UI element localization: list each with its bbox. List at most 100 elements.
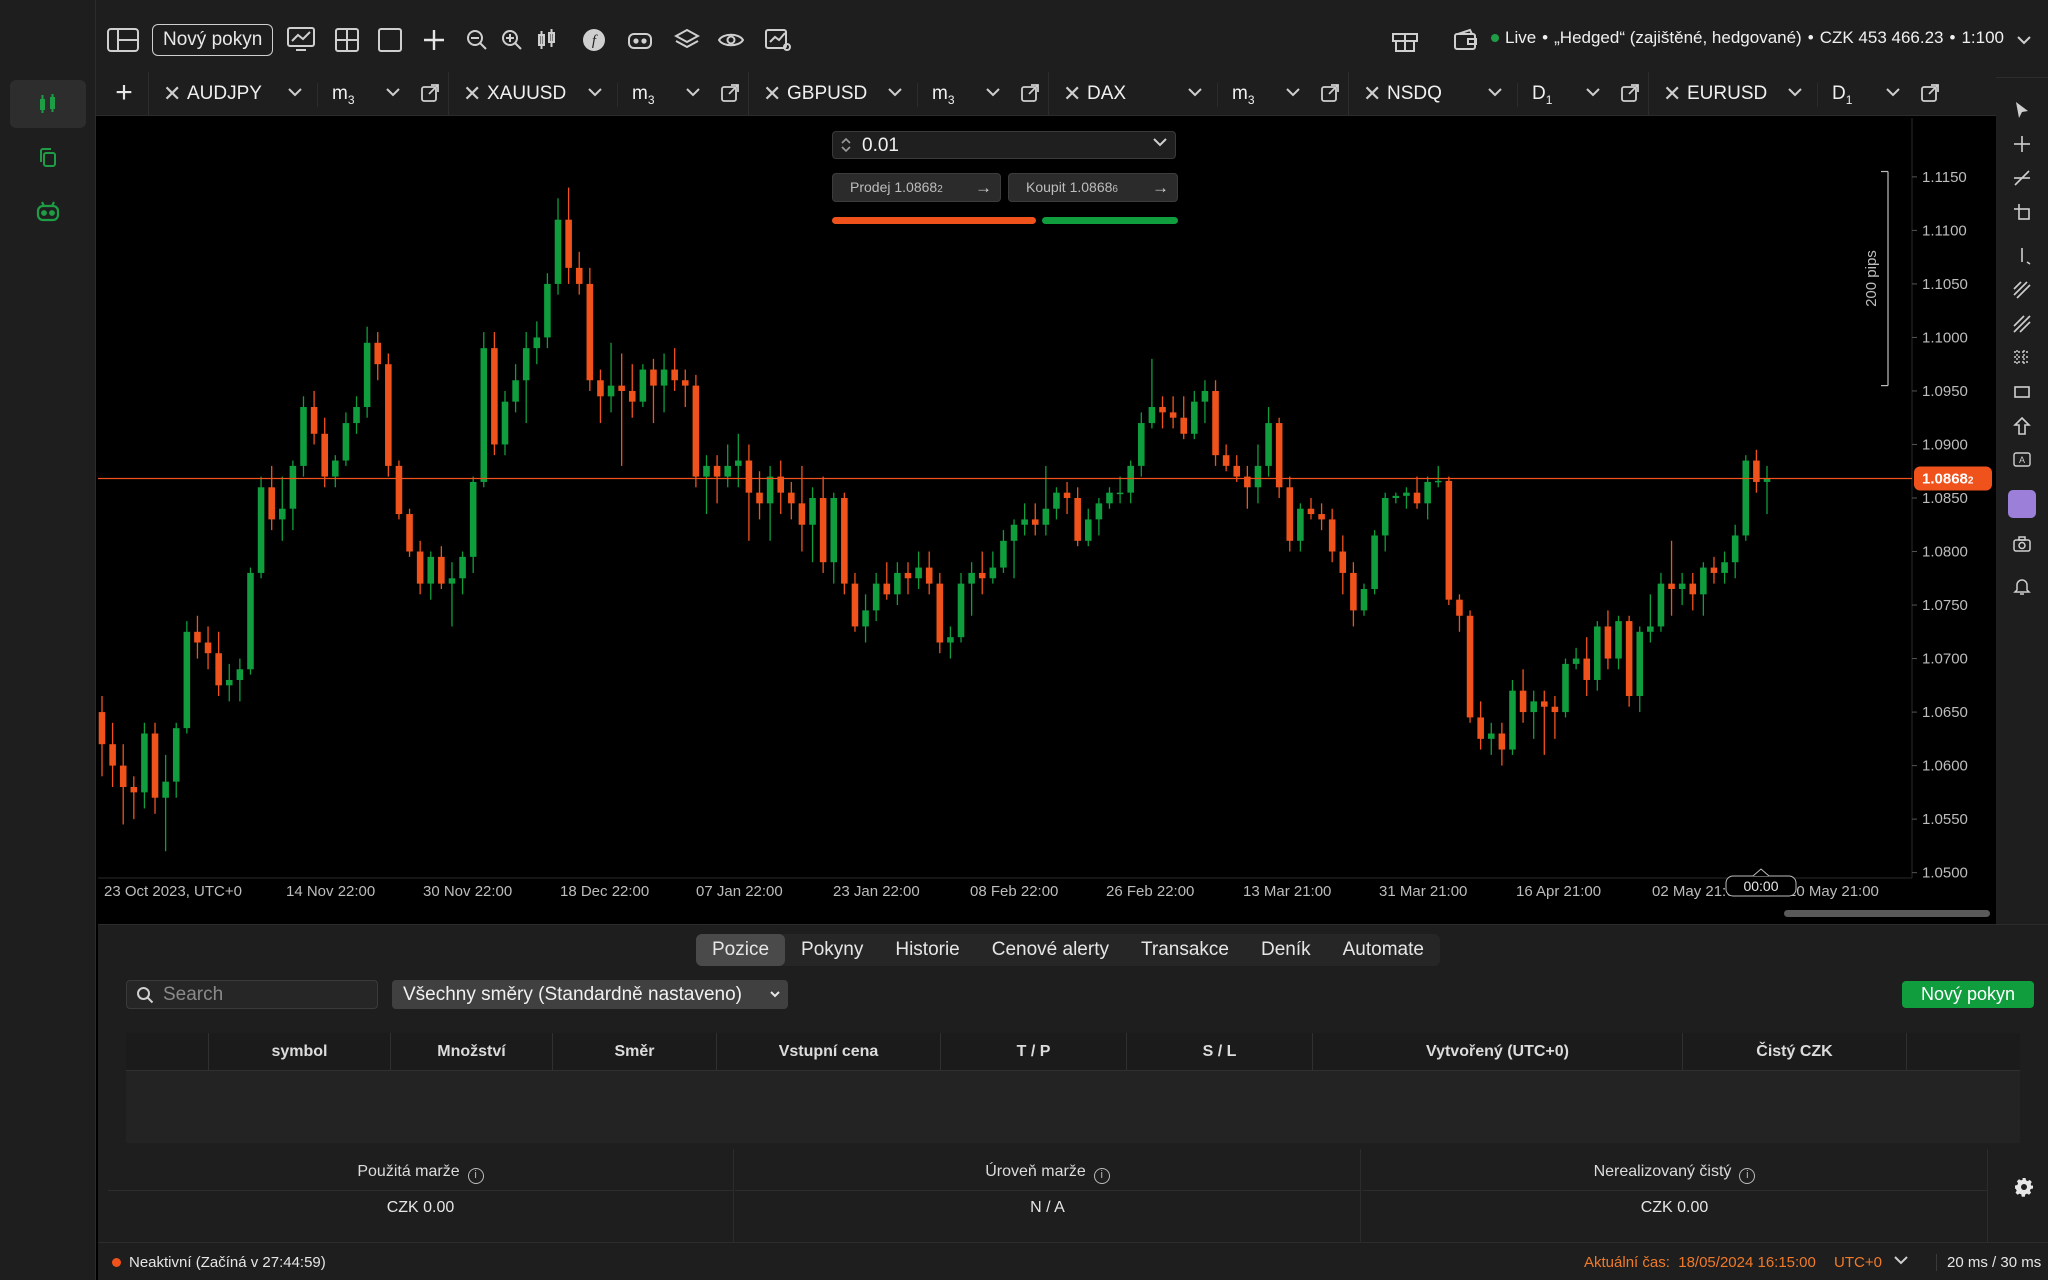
tab-timeframe[interactable]: m3 xyxy=(617,83,655,107)
tab-timeframe[interactable]: m3 xyxy=(317,83,355,107)
automate-icon[interactable] xyxy=(10,188,86,236)
account-dropdown-chevron-icon[interactable] xyxy=(2014,24,2034,56)
rectangle-icon[interactable] xyxy=(2010,380,2034,404)
chevron-down-icon[interactable] xyxy=(985,84,1001,100)
crosshair-add-icon[interactable] xyxy=(421,24,447,56)
column-header[interactable]: T / P xyxy=(940,1033,1126,1071)
chart-settings-icon[interactable] xyxy=(764,24,794,56)
chart-icon[interactable] xyxy=(286,24,318,56)
chevron-down-icon[interactable] xyxy=(1285,84,1301,100)
chart-tab[interactable]: ✕ AUDJPY m3 xyxy=(148,72,448,116)
info-icon[interactable]: i xyxy=(467,1168,484,1184)
close-icon[interactable]: ✕ xyxy=(463,81,481,107)
gift-icon[interactable] xyxy=(1390,24,1420,56)
gear-icon[interactable] xyxy=(2014,1177,2034,1197)
column-header[interactable]: Množství xyxy=(390,1033,552,1071)
chevron-down-icon[interactable] xyxy=(1787,84,1803,100)
popout-icon[interactable] xyxy=(721,84,739,102)
chevron-down-icon[interactable] xyxy=(287,84,303,100)
chevron-down-icon[interactable] xyxy=(1487,84,1503,100)
eye-icon[interactable] xyxy=(717,24,745,56)
tab-5[interactable]: Deník xyxy=(1245,934,1327,966)
search-box[interactable] xyxy=(126,980,378,1009)
popout-icon[interactable] xyxy=(1921,84,1939,102)
trend-line-icon[interactable] xyxy=(2010,166,2034,190)
chevron-down-icon[interactable] xyxy=(1894,1256,1908,1265)
column-header[interactable]: Čistý CZK xyxy=(1682,1033,1906,1071)
zoom-out-icon[interactable] xyxy=(465,24,489,56)
chart-area[interactable]: 1.1150 1.1100 1.1050 1.1000 1.0950 1.0900 1.08… xyxy=(98,118,1994,924)
chevron-down-icon[interactable] xyxy=(385,84,401,100)
horizontal-scrollbar[interactable] xyxy=(1784,910,1990,917)
horizontal-line-icon[interactable] xyxy=(2010,200,2034,224)
bot-icon[interactable] xyxy=(626,24,654,56)
new-order-button-bottom[interactable]: Nový pokyn xyxy=(1902,981,2034,1008)
chevron-down-icon[interactable] xyxy=(887,84,903,100)
wallet-icon[interactable] xyxy=(1452,24,1480,56)
trading-icon[interactable] xyxy=(10,80,86,128)
tab-4[interactable]: Transakce xyxy=(1125,934,1245,966)
pitchfork-icon[interactable] xyxy=(2010,312,2034,336)
layout-grid-icon[interactable] xyxy=(334,24,360,56)
chevron-down-icon[interactable] xyxy=(587,84,603,100)
search-input[interactable] xyxy=(163,981,373,1008)
cursor-icon[interactable] xyxy=(2010,98,2034,122)
buy-button[interactable]: Koupit 1.08686 → xyxy=(1008,173,1178,202)
indicator-f-icon[interactable]: f xyxy=(581,24,607,56)
info-icon[interactable]: i xyxy=(1739,1168,1756,1184)
account-info[interactable]: Live • „Hedged“ (zajištěné, hedgované) •… xyxy=(1490,28,2004,48)
copy-icon[interactable] xyxy=(10,134,86,182)
close-icon[interactable]: ✕ xyxy=(1363,81,1381,107)
camera-icon[interactable] xyxy=(2010,532,2034,556)
chart-tab[interactable]: ✕ XAUUSD m3 xyxy=(448,72,748,116)
tab-3[interactable]: Cenové alerty xyxy=(976,934,1125,966)
layers-icon[interactable] xyxy=(673,24,701,56)
chevron-down-icon[interactable] xyxy=(685,84,701,100)
close-icon[interactable]: ✕ xyxy=(1663,81,1681,107)
candlestick-chart[interactable]: 1.1150 1.1100 1.1050 1.1000 1.0950 1.0900 1.08… xyxy=(98,118,1994,924)
timezone-select[interactable]: UTC+0 xyxy=(1834,1254,1882,1271)
tab-timeframe[interactable]: m3 xyxy=(1217,83,1255,107)
candles-icon[interactable] xyxy=(536,24,562,56)
chevron-down-icon[interactable] xyxy=(1187,84,1203,100)
tab-timeframe[interactable]: m3 xyxy=(917,83,955,107)
color-picker-swatch[interactable] xyxy=(2008,490,2036,518)
column-header[interactable]: Vytvořený (UTC+0) xyxy=(1312,1033,1682,1071)
quantity-field[interactable]: 0.01 xyxy=(832,131,1176,159)
column-header[interactable]: Směr xyxy=(552,1033,716,1071)
close-icon[interactable]: ✕ xyxy=(763,81,781,107)
sidebar-toggle-icon[interactable] xyxy=(106,24,140,56)
crosshair-icon[interactable] xyxy=(2010,132,2034,156)
close-icon[interactable]: ✕ xyxy=(1063,81,1081,107)
popout-icon[interactable] xyxy=(421,84,439,102)
new-order-button[interactable]: Nový pokyn xyxy=(152,24,274,56)
stepper-icon[interactable] xyxy=(841,137,851,153)
arrow-up-icon[interactable] xyxy=(2010,414,2034,438)
close-icon[interactable]: ✕ xyxy=(163,81,181,107)
add-tab-icon[interactable]: + xyxy=(108,78,140,110)
chart-tab[interactable]: ✕ DAX m3 xyxy=(1048,72,1348,116)
chevron-down-icon[interactable] xyxy=(1153,138,1167,147)
chart-tab[interactable]: ✕ NSDQ D1 xyxy=(1348,72,1648,116)
channel-icon[interactable] xyxy=(2010,278,2034,302)
chevron-down-icon[interactable] xyxy=(1885,84,1901,100)
column-header[interactable]: Vstupní cena xyxy=(716,1033,940,1071)
popout-icon[interactable] xyxy=(1621,84,1639,102)
popout-icon[interactable] xyxy=(1321,84,1339,102)
tab-timeframe[interactable]: D1 xyxy=(1817,83,1852,107)
fibonacci-icon[interactable] xyxy=(2010,346,2034,370)
tab-0[interactable]: Pozice xyxy=(696,934,786,966)
tab-timeframe[interactable]: D1 xyxy=(1517,83,1552,107)
text-label-icon[interactable]: A xyxy=(2010,448,2034,472)
sell-button[interactable]: Prodej 1.08682 → xyxy=(832,173,1001,202)
vertical-line-icon[interactable] xyxy=(2010,244,2034,268)
info-icon[interactable]: i xyxy=(1093,1168,1110,1184)
direction-filter-select[interactable]: Všechny směry (Standardně nastaveno) xyxy=(392,980,788,1009)
chart-tab[interactable]: ✕ GBPUSD m3 xyxy=(748,72,1048,116)
chart-tab[interactable]: ✕ EURUSD D1 xyxy=(1648,72,1948,116)
tab-1[interactable]: Pokyny xyxy=(785,934,879,966)
popout-icon[interactable] xyxy=(1021,84,1039,102)
column-header[interactable]: symbol xyxy=(208,1033,390,1071)
alert-bell-icon[interactable] xyxy=(2010,574,2034,598)
tab-6[interactable]: Automate xyxy=(1327,934,1440,966)
